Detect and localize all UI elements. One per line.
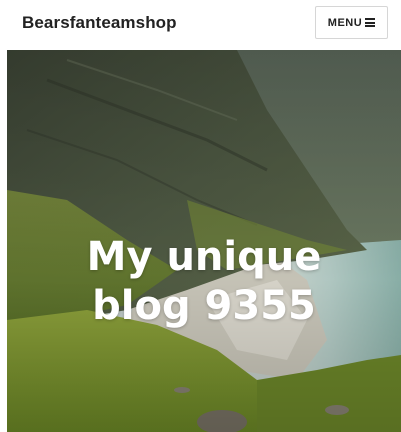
- menu-button-label: MENU: [327, 16, 363, 29]
- site-header: Bearsfanteamshop MENU: [0, 0, 401, 50]
- site-title-link[interactable]: Bearsfanteamshop: [22, 13, 177, 33]
- hero-title-line-1: My unique: [86, 234, 322, 280]
- hamburger-icon: [365, 18, 376, 27]
- hero-title-line-2: blog 9355: [92, 283, 316, 329]
- hero-title: My unique blog 9355: [7, 233, 401, 331]
- menu-button[interactable]: MENU: [315, 6, 388, 39]
- hero-banner: My unique blog 9355: [7, 50, 401, 432]
- page: Bearsfanteamshop MENU My unique blog 935…: [0, 0, 401, 432]
